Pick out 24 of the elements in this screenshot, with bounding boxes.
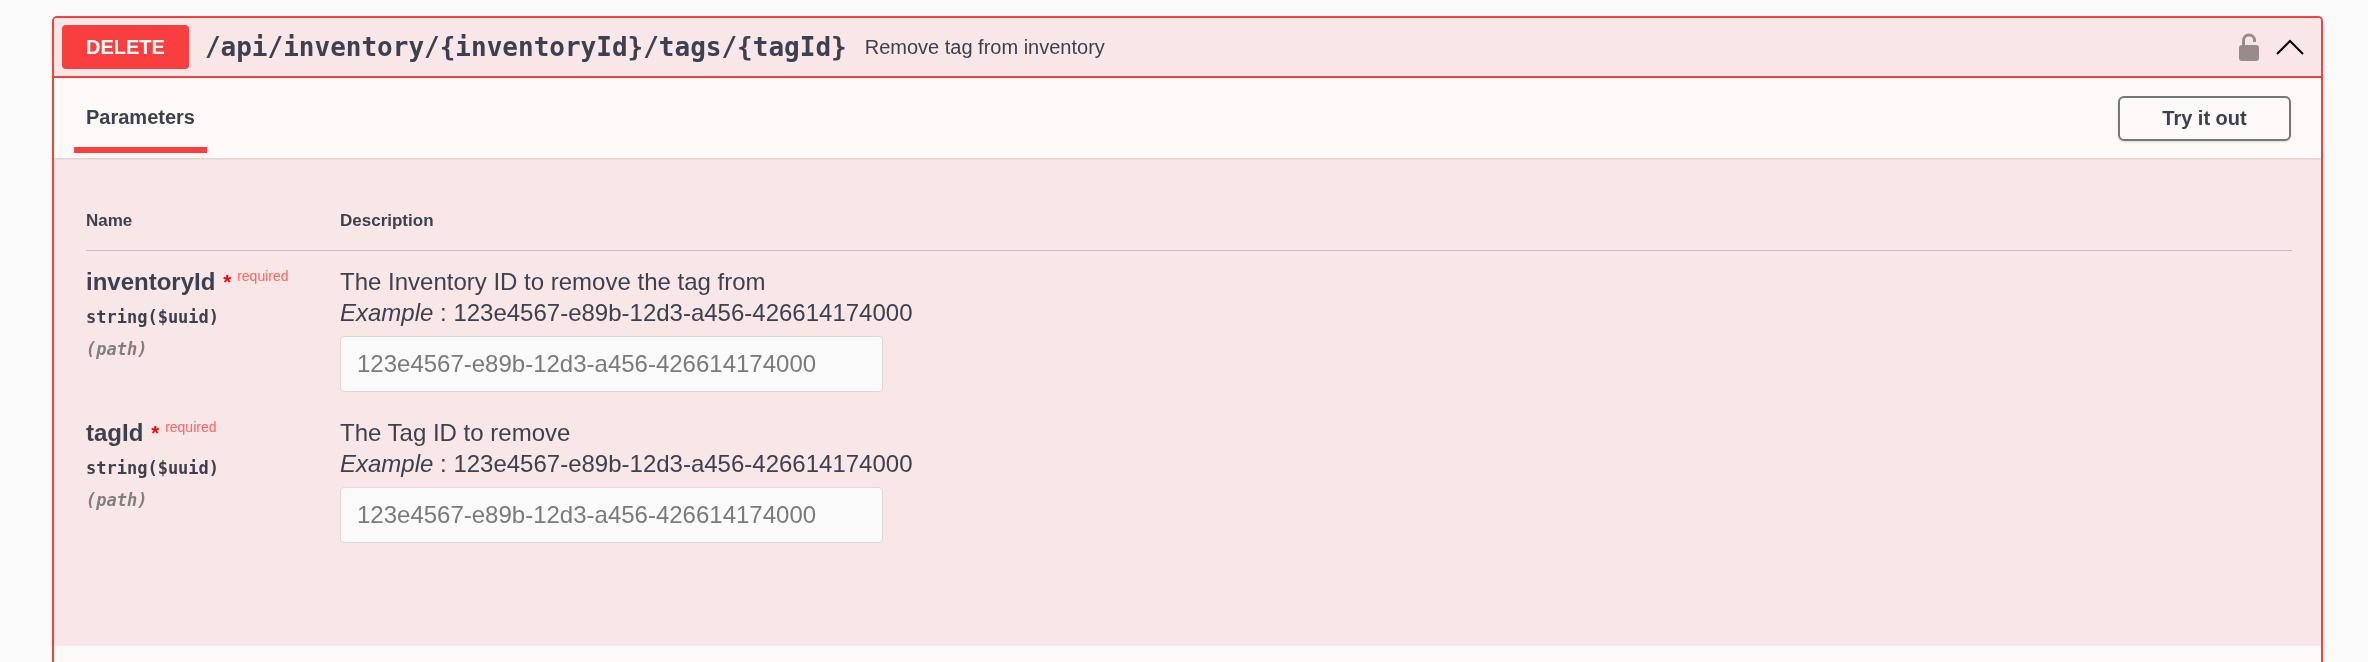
parameter-location: (path) <box>86 338 149 361</box>
required-label: required <box>237 267 289 285</box>
required-label: required <box>165 418 217 436</box>
input-field[interactable]: 123e4567-e89b-12d3-a456-426614174000 <box>340 487 883 543</box>
parameter-type: string($uuid) <box>86 306 221 329</box>
column-header: Description <box>340 210 434 232</box>
http-method-badge: DELETE <box>62 25 189 69</box>
parameter-description: The Tag ID to remove <box>340 418 572 448</box>
chevron-icon[interactable] <box>2276 39 2304 55</box>
required-mark: * <box>223 270 232 295</box>
parameter-name: inventoryId <box>86 267 216 297</box>
parameter-example: Example : 123e4567-e89b-12d3-a456-426614174000 <box>340 298 914 328</box>
padlock-icon[interactable] <box>2237 33 2261 61</box>
parameter-description: The Inventory ID to remove the tag from <box>340 267 767 297</box>
parameter-type: string($uuid) <box>86 457 221 480</box>
endpoint-path: /api/inventory/{inventoryId}/tags/{tagId} <box>204 32 847 62</box>
parameter-name: tagId <box>86 418 144 448</box>
required-mark: * <box>151 421 160 446</box>
parameter-location: (path) <box>86 489 149 512</box>
try-it-out-button[interactable]: Try it out <box>2118 95 2291 141</box>
parameter-example: Example : 123e4567-e89b-12d3-a456-426614174000 <box>340 449 914 479</box>
endpoint-summary: Remove tag from inventory <box>864 35 1105 59</box>
column-header: Name <box>86 210 133 232</box>
input-field[interactable]: 123e4567-e89b-12d3-a456-426614174000 <box>340 336 883 392</box>
